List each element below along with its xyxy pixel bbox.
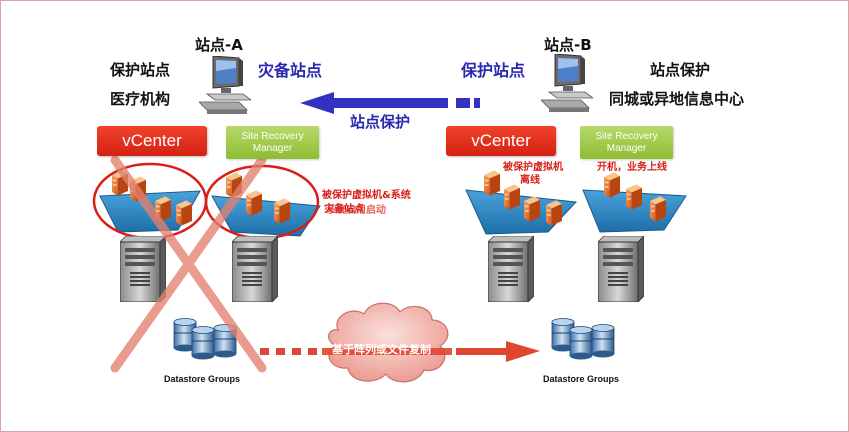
vm-icon (246, 190, 262, 216)
site-b-vm-offline-line2: 离线 (520, 175, 540, 186)
site-a-role: 保护站点 (110, 61, 171, 79)
overlap-note-line1: 被保护虚拟机&系统 (322, 190, 411, 201)
site-b-org: 同城或异地信息中心 (609, 90, 745, 108)
site-b-server-icon (488, 236, 534, 302)
site-b-name: 站点-B (544, 36, 592, 54)
site-b-vm-offline-line1: 被保护虚拟机 (503, 162, 563, 173)
vm-icon (524, 196, 540, 222)
vm-icon (546, 200, 562, 226)
site-a-srm-line2: Manager (252, 142, 293, 154)
site-b-vcenter-box: vCenter (446, 126, 556, 156)
dr-site-label: 灾备站点 (258, 61, 323, 80)
overlap-note-line2b: 系统启用启动 (326, 205, 386, 216)
site-b-vcenter-label: vCenter (471, 131, 531, 150)
site-a-datastore-label: Datastore Groups (164, 374, 241, 384)
site-a-name: 站点-A (195, 36, 243, 54)
site-protection-arrow (300, 92, 480, 114)
vm-icon (504, 184, 520, 210)
site-a-server-icon (232, 236, 278, 302)
site-a-org: 医疗机构 (110, 90, 171, 108)
site-b-datastore-label: Datastore Groups (543, 374, 620, 384)
vm-icon (626, 184, 642, 210)
site-b-srm-line2: Manager (606, 142, 647, 154)
dr-diagram: 站点-A 保护站点 医疗机构 站点-B 站点保护 同城或异地信息中心 灾备站点 … (0, 0, 849, 432)
site-b-power-on-label: 开机，业务上线 (597, 162, 667, 173)
vm-icon (484, 170, 500, 196)
vm-icon (604, 172, 620, 198)
vm-icon (650, 196, 666, 222)
protected-site-label: 保护站点 (461, 61, 526, 80)
vm-icon (274, 198, 290, 224)
site-protection-label: 站点保护 (350, 113, 411, 131)
site-b-workstation-icon (541, 54, 593, 113)
site-a-workstation-icon (199, 56, 251, 115)
site-a-server-icon (120, 236, 166, 302)
site-b-srm-box: Site Recovery Manager (580, 126, 673, 159)
site-a-srm-box: Site Recovery Manager (226, 126, 319, 159)
site-a-vcenter-box: vCenter (97, 126, 207, 156)
vm-icon (176, 200, 192, 226)
site-b-datastore-icon (551, 318, 615, 360)
site-b-server-icon (598, 236, 644, 302)
site-b-role: 站点保护 (650, 61, 711, 79)
replication-label: 基于阵列或文件复制 (332, 343, 431, 356)
site-a-vcenter-label: vCenter (122, 131, 182, 150)
site-a-srm-line1: Site Recovery (241, 131, 304, 142)
site-b-srm-line1: Site Recovery (595, 131, 658, 142)
